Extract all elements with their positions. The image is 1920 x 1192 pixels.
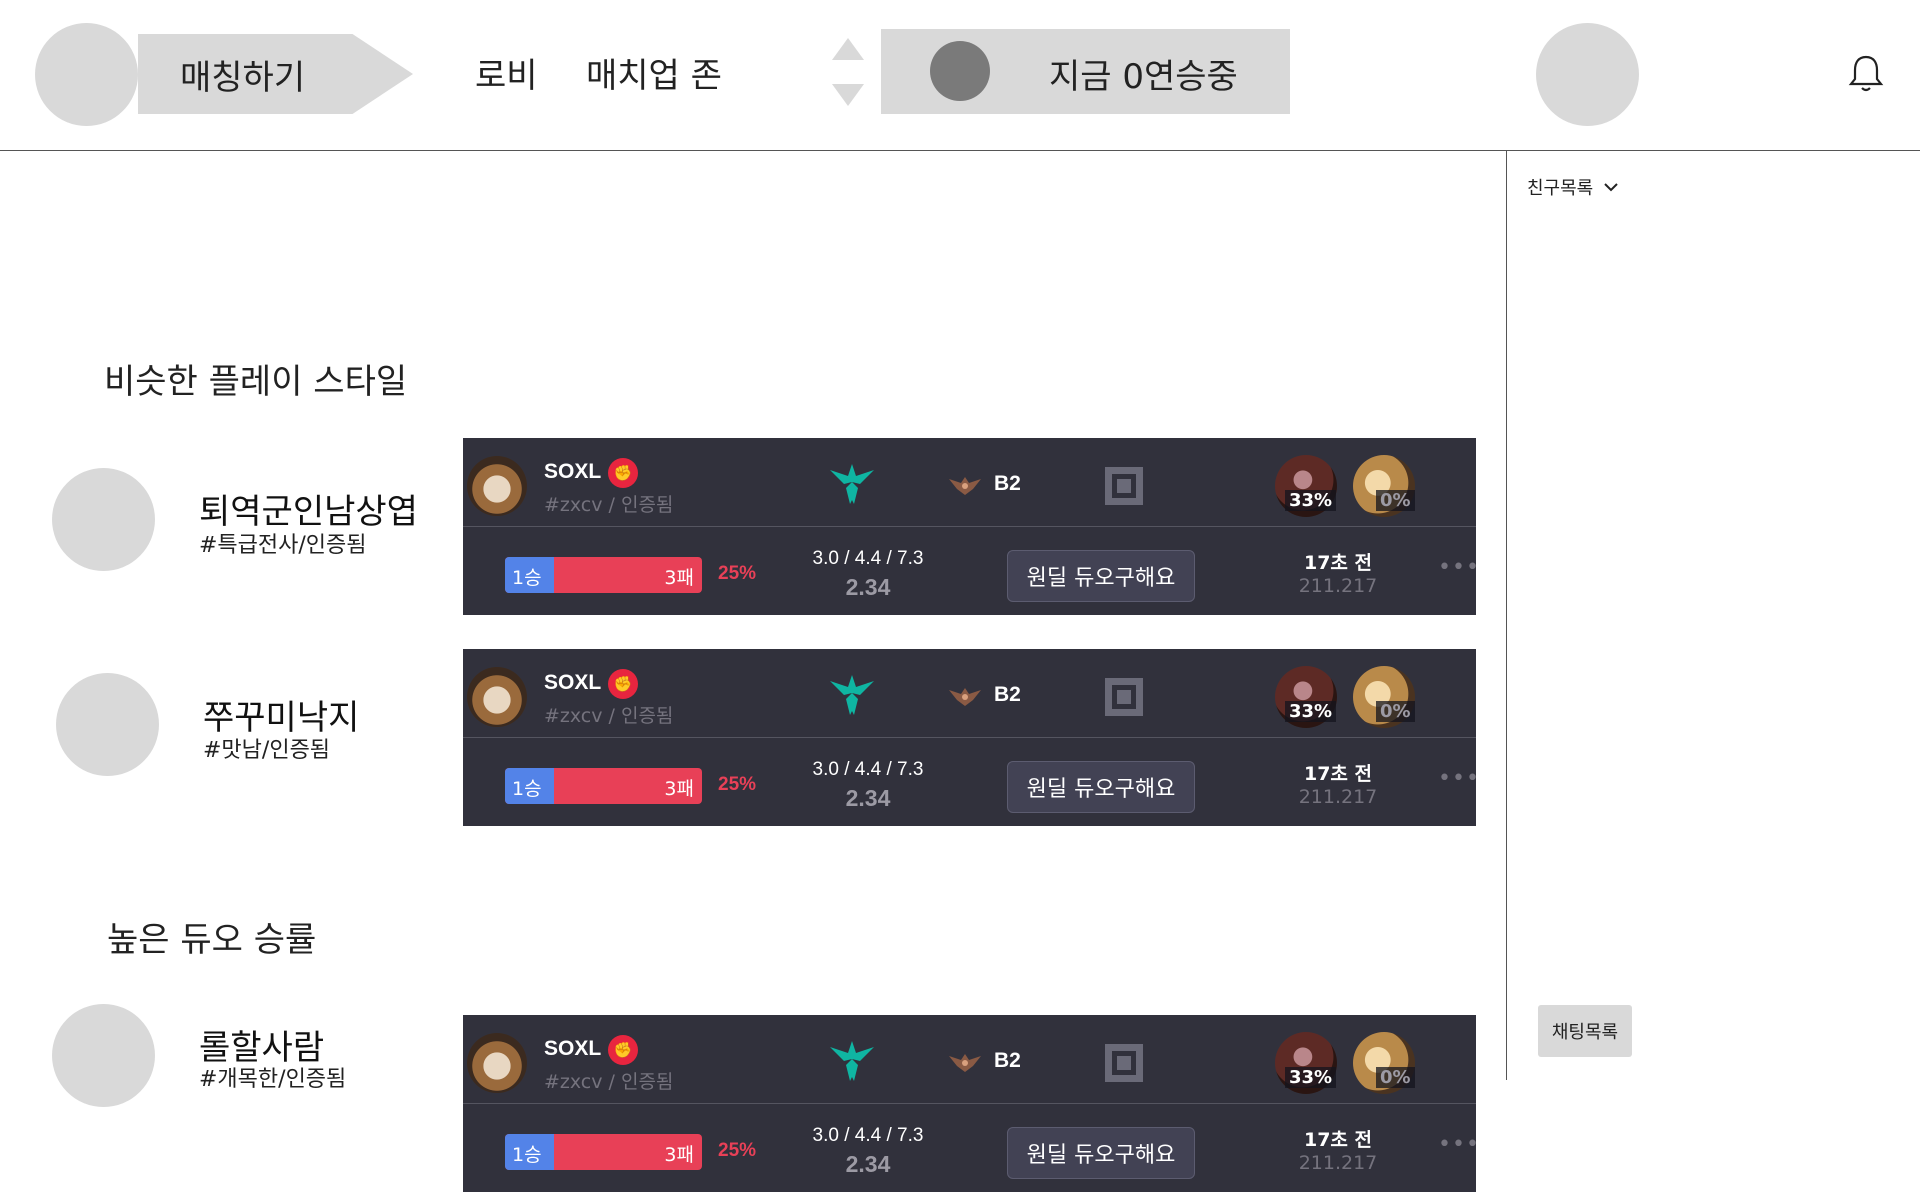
section-title-similar-style: 비슷한 플레이 스타일 xyxy=(104,362,408,402)
champion-1-winrate: 33% xyxy=(1285,490,1337,511)
duo-card[interactable]: SOXL ✊ #zxcv / 인증됨 B2 33% 0% 1승 3패 25% 3… xyxy=(463,649,1476,826)
position-jungle-icon xyxy=(830,464,874,504)
position-jungle-icon xyxy=(830,1041,874,1081)
card-top-row: SOXL ✊ #zxcv / 인증됨 B2 33% 0% xyxy=(463,1015,1476,1104)
more-options-icon[interactable]: ••• xyxy=(1438,555,1476,580)
win-rate: 25% xyxy=(718,1140,757,1161)
tier-bronze-icon xyxy=(949,477,981,495)
arrow-down-icon[interactable] xyxy=(832,84,864,106)
player-name[interactable]: SOXL xyxy=(544,460,601,484)
more-options-icon[interactable]: ••• xyxy=(1438,1132,1476,1157)
wins-label: 1승 xyxy=(512,778,542,800)
champion-avatar xyxy=(467,1033,527,1093)
arrow-up-icon[interactable] xyxy=(832,38,864,60)
queue-type-icon xyxy=(1105,678,1143,716)
player-tag: #zxcv / 인증됨 xyxy=(544,705,674,727)
riot-verified-icon: ✊ xyxy=(608,669,638,699)
position-jungle-icon xyxy=(830,675,874,715)
avatar[interactable] xyxy=(52,1004,155,1107)
duo-memo-button[interactable]: 원딜 듀오구해요 xyxy=(1007,550,1195,602)
more-options-icon[interactable]: ••• xyxy=(1438,766,1476,791)
card-bottom-row: 1승 3패 25% 3.0 / 4.4 / 7.3 2.34 원딜 듀오구해요 … xyxy=(463,1104,1476,1192)
duo-card[interactable]: SOXL ✊ #zxcv / 인증됨 B2 33% 0% 1승 3패 25% 3… xyxy=(463,1015,1476,1192)
champion-2-winrate: 0% xyxy=(1376,490,1415,511)
kda-stats: 3.0 / 4.4 / 7.3 xyxy=(812,1125,924,1146)
player-name[interactable]: SOXL xyxy=(544,671,601,695)
player-tag: #zxcv / 인증됨 xyxy=(544,494,674,516)
losses-label: 3패 xyxy=(664,778,694,800)
user-avatar[interactable] xyxy=(1536,23,1639,126)
chat-list-button[interactable]: 채팅목록 xyxy=(1538,1005,1632,1057)
kda-stats: 3.0 / 4.4 / 7.3 xyxy=(812,759,924,780)
wins-label: 1승 xyxy=(512,567,542,589)
top-header: 매칭하기 로비 매치업 존 지금 0연승중 xyxy=(0,0,1920,151)
card-top-row: SOXL ✊ #zxcv / 인증됨 B2 33% 0% xyxy=(463,649,1476,738)
champion-avatar xyxy=(467,456,527,516)
version-label: 211.217 xyxy=(1298,1152,1378,1174)
user-tag: #개목한/인증됨 xyxy=(199,1067,347,1092)
right-sidebar: 친구목록 채팅목록 xyxy=(1506,150,1920,1080)
time-ago: 17초 전 xyxy=(1303,1129,1372,1151)
version-label: 211.217 xyxy=(1298,575,1378,597)
win-loss-bar: 1승 3패 xyxy=(505,768,702,804)
champion-2-winrate: 0% xyxy=(1376,701,1415,722)
nav-lobby[interactable]: 로비 xyxy=(475,48,538,97)
duo-memo-button[interactable]: 원딜 듀오구해요 xyxy=(1007,761,1195,813)
user-name[interactable]: 퇴역군인남상엽 xyxy=(199,484,418,533)
win-streak-box: 지금 0연승중 xyxy=(881,29,1290,114)
user-tag: #특급전사/인증됨 xyxy=(199,533,367,558)
queue-type-icon xyxy=(1105,1044,1143,1082)
card-bottom-row: 1승 3패 25% 3.0 / 4.4 / 7.3 2.34 원딜 듀오구해요 … xyxy=(463,738,1476,826)
riot-verified-icon: ✊ xyxy=(608,458,638,488)
nav-matchup-zone[interactable]: 매치업 존 xyxy=(586,48,722,97)
kda-ratio: 2.34 xyxy=(845,1151,891,1177)
win-loss-bar: 1승 3패 xyxy=(505,557,702,593)
friends-list-toggle[interactable]: 친구목록 xyxy=(1527,174,1619,200)
champion-avatar xyxy=(467,667,527,727)
champion-1-winrate: 33% xyxy=(1285,1067,1337,1088)
win-loss-bar: 1승 3패 xyxy=(505,1134,702,1170)
bell-icon[interactable] xyxy=(1848,53,1884,93)
profile-avatar[interactable] xyxy=(35,23,138,126)
streak-status-dot xyxy=(930,41,990,101)
time-ago: 17초 전 xyxy=(1303,763,1372,785)
riot-verified-icon: ✊ xyxy=(608,1035,638,1065)
player-tag: #zxcv / 인증됨 xyxy=(544,1071,674,1093)
card-top-row: SOXL ✊ #zxcv / 인증됨 B2 33% 0% xyxy=(463,438,1476,527)
queue-type-icon xyxy=(1105,467,1143,505)
champion-2-winrate: 0% xyxy=(1376,1067,1415,1088)
user-tag: #맛남/인증됨 xyxy=(203,738,331,763)
tier-bronze-icon xyxy=(949,1054,981,1072)
version-label: 211.217 xyxy=(1298,786,1378,808)
card-bottom-row: 1승 3패 25% 3.0 / 4.4 / 7.3 2.34 원딜 듀오구해요 … xyxy=(463,527,1476,615)
tier-label: B2 xyxy=(994,472,1021,495)
losses-label: 3패 xyxy=(664,567,694,589)
player-name[interactable]: SOXL xyxy=(544,1037,601,1061)
kda-ratio: 2.34 xyxy=(845,574,891,600)
friends-list-label: 친구목록 xyxy=(1527,178,1594,199)
champion-1-winrate: 33% xyxy=(1285,701,1337,722)
win-rate: 25% xyxy=(718,563,757,584)
matching-button-label: 매칭하기 xyxy=(180,58,306,98)
section-title-high-duo-winrate: 높은 듀오 승률 xyxy=(107,920,317,960)
kda-ratio: 2.34 xyxy=(845,785,891,811)
matching-button[interactable]: 매칭하기 xyxy=(138,34,413,114)
duo-card[interactable]: SOXL ✊ #zxcv / 인증됨 B2 33% 0% 1승 3패 25% 3… xyxy=(463,438,1476,615)
wins-label: 1승 xyxy=(512,1144,542,1166)
streak-text: 지금 0연승중 xyxy=(1049,57,1238,97)
losses-label: 3패 xyxy=(664,1144,694,1166)
avatar[interactable] xyxy=(56,673,159,776)
win-rate: 25% xyxy=(718,774,757,795)
duo-memo-button[interactable]: 원딜 듀오구해요 xyxy=(1007,1127,1195,1179)
tier-label: B2 xyxy=(994,683,1021,706)
tier-label: B2 xyxy=(994,1049,1021,1072)
tier-bronze-icon xyxy=(949,688,981,706)
kda-stats: 3.0 / 4.4 / 7.3 xyxy=(812,548,924,569)
chevron-down-icon xyxy=(1604,183,1618,192)
time-ago: 17초 전 xyxy=(1303,552,1372,574)
avatar[interactable] xyxy=(52,468,155,571)
